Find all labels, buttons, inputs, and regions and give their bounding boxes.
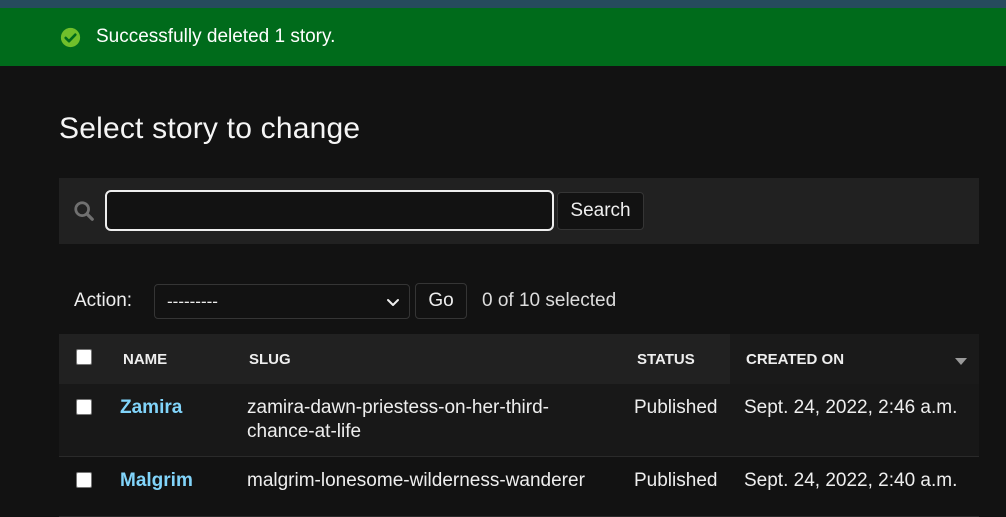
success-message: Successfully deleted 1 story. (0, 8, 1006, 66)
row-checkbox[interactable] (76, 472, 92, 488)
message-text: Successfully deleted 1 story. (96, 26, 336, 47)
slug-cell: zamira-dawn-priestess-on-her-third- chan… (247, 396, 549, 444)
column-header-created-on[interactable]: Created on (730, 334, 979, 384)
column-header-status[interactable]: Status (637, 334, 695, 384)
header-stripe (0, 0, 1006, 8)
go-button[interactable]: Go (415, 283, 467, 319)
search-icon (74, 201, 94, 221)
select-all-checkbox[interactable] (76, 349, 92, 365)
table-header: Name Slug Status Created on (59, 334, 979, 384)
page-title: Select story to change (59, 112, 361, 145)
column-header-slug[interactable]: Slug (249, 334, 291, 384)
story-name-link[interactable]: Zamira (120, 397, 182, 418)
table-row: Zamira zamira-dawn-priestess-on-her-thir… (59, 384, 979, 457)
slug-cell: malgrim-lonesome-wilderness-wanderer (247, 469, 585, 493)
slug-line: zamira-dawn-priestess-on-her-third- (247, 397, 549, 418)
selection-counter: 0 of 10 selected (482, 290, 617, 311)
status-cell: Published (634, 470, 718, 491)
status-cell: Published (634, 397, 718, 418)
action-select-value: --------- (167, 291, 218, 311)
story-name-link[interactable]: Malgrim (120, 470, 193, 491)
search-toolbar: Search (59, 178, 979, 244)
slug-line: chance-at-life (247, 421, 362, 442)
created-on-cell: Sept. 24, 2022, 2:46 a.m. (744, 397, 958, 418)
check-circle-icon (60, 27, 81, 47)
slug-line: malgrim-lonesome-wilderness-wanderer (247, 470, 585, 491)
table-row: Malgrim malgrim-lonesome-wilderness-wand… (59, 457, 979, 517)
search-button[interactable]: Search (557, 192, 644, 230)
results-table: Name Slug Status Created on Zamira zamir… (59, 334, 979, 517)
created-on-cell: Sept. 24, 2022, 2:40 a.m. (744, 470, 958, 491)
search-input[interactable] (105, 190, 554, 231)
story-name-cell: Malgrim (120, 469, 193, 493)
column-header-created-on-label: Created on (746, 350, 845, 368)
row-checkbox[interactable] (76, 399, 92, 415)
action-select[interactable]: --------- (154, 284, 410, 319)
action-label: Action: (74, 290, 133, 311)
sort-descending-icon[interactable] (955, 358, 967, 365)
chevron-down-icon (387, 299, 399, 306)
column-header-name[interactable]: Name (123, 334, 167, 384)
story-name-cell: Zamira (120, 396, 182, 420)
